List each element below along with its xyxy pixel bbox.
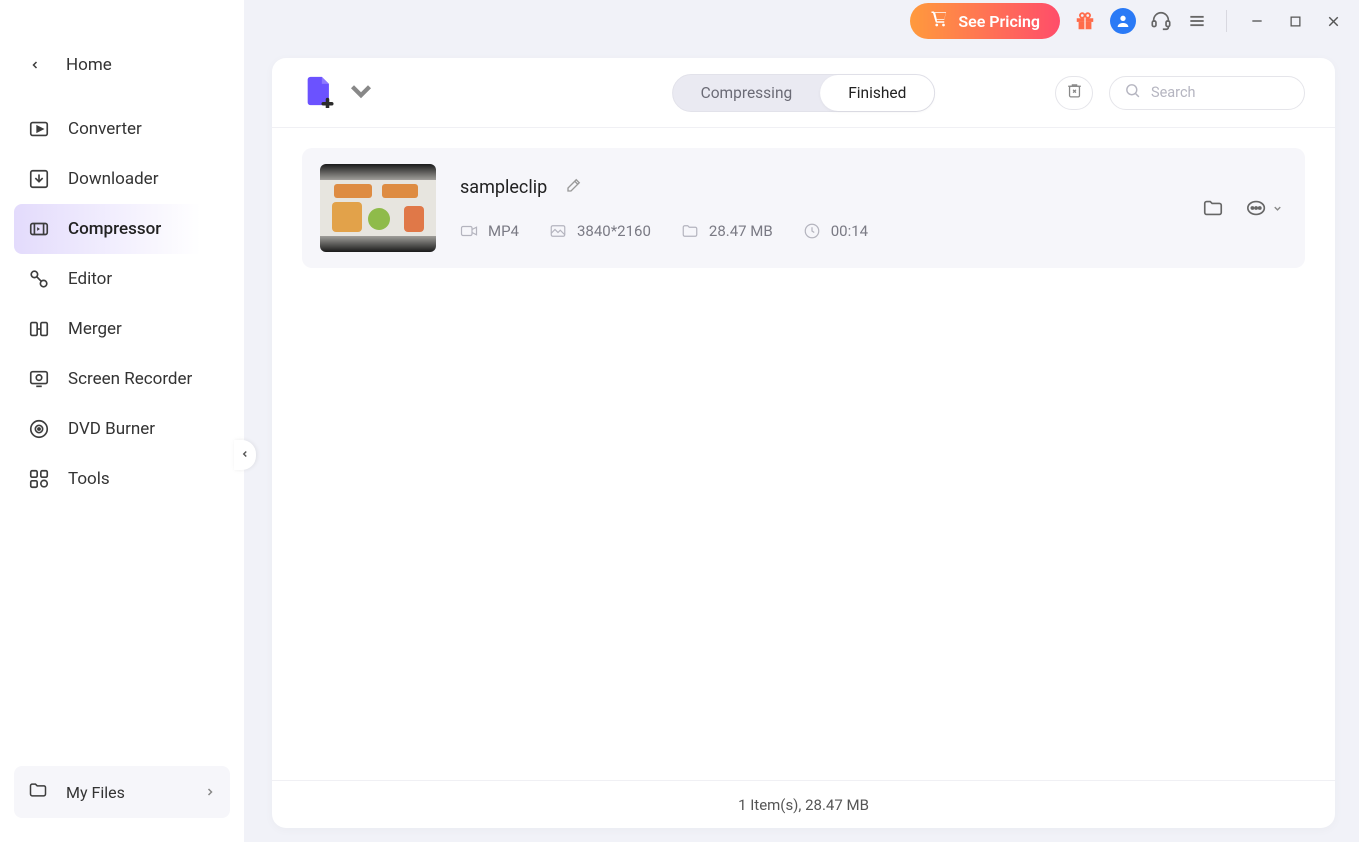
status-summary: 1 Item(s), 28.47 MB [738,796,869,814]
sidebar: Home Converter Downloader Compressor Edi… [0,0,244,842]
tab-label: Compressing [701,84,793,102]
sidebar-item-label: Converter [68,119,142,139]
chevron-left-icon [240,448,250,462]
toolbar: Compressing Finished [272,58,1335,128]
file-name: sampleclip [460,177,547,198]
add-file-button[interactable] [302,74,378,112]
tab-finished[interactable]: Finished [820,75,934,111]
file-info: sampleclip MP4 3840*2160 [460,176,1202,240]
resolution-value: 3840*2160 [577,222,651,240]
see-pricing-label: See Pricing [958,12,1040,31]
meta-duration: 00:14 [803,222,868,240]
cart-icon [930,10,948,32]
file-list: sampleclip MP4 3840*2160 [272,128,1335,780]
chevron-left-icon [28,54,42,76]
sidebar-item-label: Compressor [68,219,161,239]
main-area: See Pricing [244,0,1359,842]
avatar-icon[interactable] [1110,8,1136,34]
tab-segmented-control: Compressing Finished [672,74,936,112]
content-card: Compressing Finished [272,58,1335,828]
sidebar-item-editor[interactable]: Editor [0,254,244,304]
chevron-right-icon [204,783,216,802]
screen-recorder-icon [28,368,50,390]
my-files-label: My Files [66,783,125,802]
chevron-down-icon [344,74,378,112]
converter-icon [28,118,50,140]
tab-label: Finished [848,84,906,102]
sidebar-item-label: Merger [68,319,122,339]
titlebar: See Pricing [244,0,1359,42]
sidebar-item-screen-recorder[interactable]: Screen Recorder [0,354,244,404]
edit-icon[interactable] [565,176,583,198]
maximize-button[interactable] [1283,9,1307,33]
sidebar-item-dvd-burner[interactable]: DVD Burner [0,404,244,454]
tab-compressing[interactable]: Compressing [673,75,821,111]
search-icon [1124,82,1141,103]
dvd-burner-icon [28,418,50,440]
thumbnail [320,164,436,252]
meta-format: MP4 [460,222,519,240]
sidebar-item-label: Downloader [68,169,158,189]
divider [1226,10,1227,32]
sidebar-item-label: DVD Burner [68,419,155,439]
add-file-icon [302,74,336,112]
sidebar-item-downloader[interactable]: Downloader [0,154,244,204]
open-folder-button[interactable] [1202,197,1224,219]
search-field[interactable] [1109,76,1305,110]
meta-resolution: 3840*2160 [549,222,651,240]
sidebar-item-label: Screen Recorder [68,369,192,389]
close-button[interactable] [1321,9,1345,33]
status-bar: 1 Item(s), 28.47 MB [272,780,1335,828]
search-input[interactable] [1151,84,1335,101]
sidebar-item-label: Editor [68,269,112,289]
size-value: 28.47 MB [709,222,773,240]
sidebar-home-label: Home [66,55,112,75]
file-row[interactable]: sampleclip MP4 3840*2160 [302,148,1305,268]
downloader-icon [28,168,50,190]
row-actions [1202,197,1283,219]
sidebar-item-converter[interactable]: Converter [0,104,244,154]
tools-icon [28,468,50,490]
sidebar-item-tools[interactable]: Tools [0,454,244,504]
more-menu-button[interactable] [1246,197,1283,219]
sidebar-item-label: Tools [68,469,110,489]
gift-icon[interactable] [1074,10,1096,32]
compressor-icon [28,218,50,240]
minimize-button[interactable] [1245,9,1269,33]
duration-value: 00:14 [831,222,868,240]
merger-icon [28,318,50,340]
support-icon[interactable] [1150,10,1172,32]
clear-list-button[interactable] [1055,76,1093,110]
editor-icon [28,268,50,290]
my-files-button[interactable]: My Files [14,766,230,818]
sidebar-item-home[interactable]: Home [0,40,244,90]
format-value: MP4 [488,222,519,240]
sidebar-item-compressor[interactable]: Compressor [14,204,234,254]
meta-size: 28.47 MB [681,222,773,240]
see-pricing-button[interactable]: See Pricing [910,3,1060,39]
sidebar-item-merger[interactable]: Merger [0,304,244,354]
trash-icon [1066,82,1083,103]
folder-icon [28,780,48,804]
menu-icon[interactable] [1186,10,1208,32]
